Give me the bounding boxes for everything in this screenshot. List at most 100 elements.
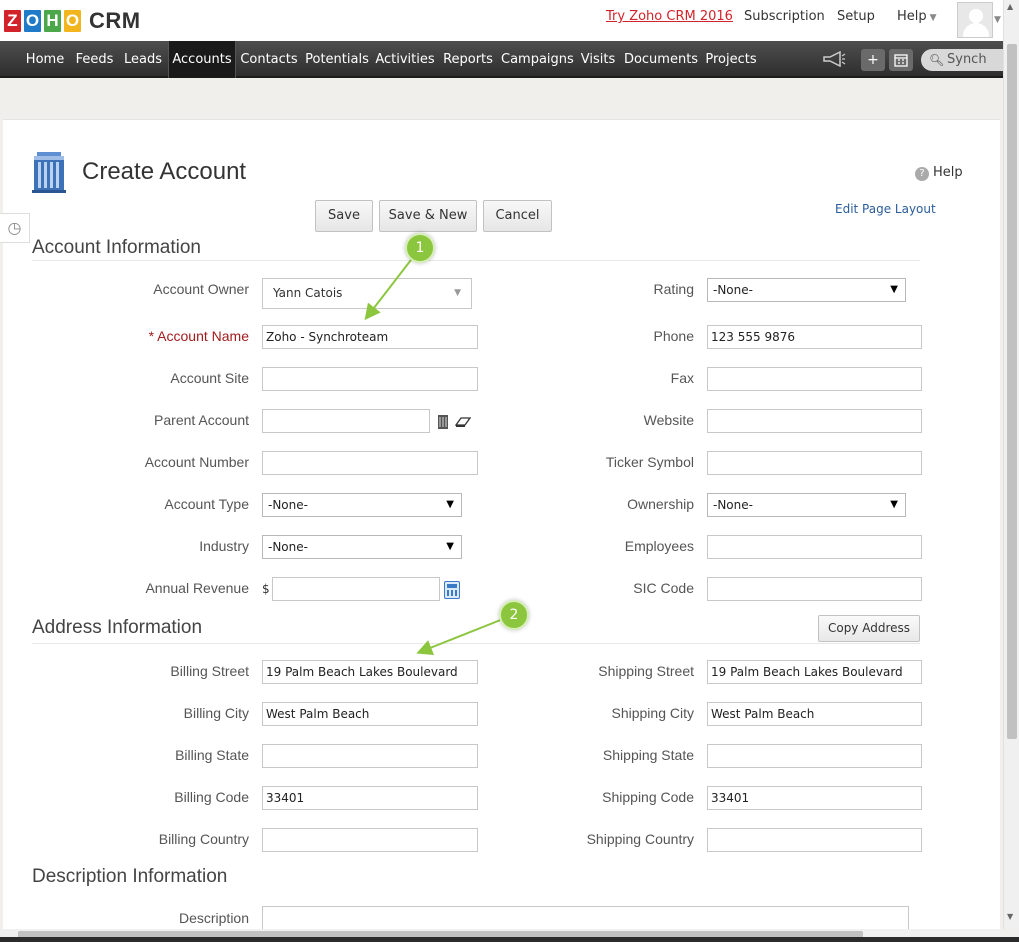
help-link[interactable]: ? Help [915, 165, 963, 181]
ticker-symbol-field[interactable] [707, 451, 922, 475]
section-title-address: Address Information [32, 617, 203, 638]
phone-field[interactable]: 123 555 9876 [707, 325, 922, 349]
website-field[interactable] [707, 409, 922, 433]
account-owner-label: Account Owner [153, 281, 249, 297]
rating-value: -None- [713, 283, 753, 297]
save-button[interactable]: Save [315, 200, 373, 232]
shipping-state-field[interactable] [707, 744, 922, 768]
logo-letter: O [63, 9, 82, 33]
window-bottom-bar [0, 937, 1019, 942]
top-bar: Z O H O CRM Try Zoho CRM 2016 Subscripti… [0, 0, 1019, 41]
account-name-field[interactable]: Zoho - Synchroteam [262, 325, 478, 349]
megaphone-icon[interactable] [822, 50, 846, 71]
shipping-country-label: Shipping Country [586, 831, 694, 847]
shipping-code-field[interactable]: 33401 [707, 786, 922, 810]
description-textarea[interactable] [262, 906, 909, 929]
chevron-down-icon: ▼ [446, 541, 454, 552]
annual-revenue-field[interactable] [272, 577, 440, 601]
chevron-down-icon: ▼ [890, 499, 898, 510]
nav-item-home[interactable]: Home [20, 41, 70, 78]
setup-link[interactable]: Setup [837, 9, 875, 24]
billing-street-field[interactable]: 19 Palm Beach Lakes Boulevard [262, 660, 478, 684]
rating-select[interactable]: -None- ▼ [707, 278, 906, 302]
employees-field[interactable] [707, 535, 922, 559]
eraser-icon[interactable] [454, 416, 472, 432]
billing-city-label: Billing City [183, 705, 249, 721]
copy-address-button[interactable]: Copy Address [818, 615, 920, 642]
account-type-select[interactable]: -None- ▼ [262, 493, 462, 517]
search-icon: 🔍︎ [929, 53, 945, 67]
nav-item-campaigns[interactable]: Campaigns [501, 41, 574, 78]
logo-letter: O [23, 9, 42, 33]
shipping-country-field[interactable] [707, 828, 922, 852]
chevron-down-icon: ▼ [446, 499, 454, 510]
logo-letter: Z [3, 9, 22, 33]
question-icon: ? [915, 167, 929, 181]
nav-item-activities[interactable]: Activities [374, 41, 436, 78]
section-divider [32, 260, 920, 261]
avatar[interactable] [957, 2, 993, 38]
employees-label: Employees [624, 538, 694, 554]
nav-item-leads[interactable]: Leads [121, 41, 165, 78]
calendar-icon[interactable] [889, 49, 913, 71]
search-input[interactable]: 🔍︎ Synch [921, 49, 1003, 71]
calculator-icon[interactable] [444, 581, 460, 599]
nav-item-potentials[interactable]: Potentials [304, 41, 370, 78]
account-number-label: Account Number [144, 454, 249, 470]
nav-item-reports[interactable]: Reports [440, 41, 496, 78]
zoho-crm-logo[interactable]: Z O H O CRM [3, 7, 141, 35]
clock-icon[interactable]: ◷ [0, 213, 30, 243]
nav-item-visits[interactable]: Visits [577, 41, 619, 78]
parent-account-field[interactable] [262, 409, 430, 433]
scroll-up-icon[interactable]: ▲ [1007, 2, 1013, 11]
nav-item-documents[interactable]: Documents [623, 41, 699, 78]
section-title-description: Description Information [32, 866, 228, 887]
account-name-label: * Account Name [148, 328, 249, 344]
billing-country-field[interactable] [262, 828, 478, 852]
account-type-label: Account Type [164, 496, 249, 512]
fax-field[interactable] [707, 367, 922, 391]
chevron-down-icon: ▼ [454, 288, 461, 298]
shipping-city-field[interactable]: West Palm Beach [707, 702, 922, 726]
billing-city-field[interactable]: West Palm Beach [262, 702, 478, 726]
website-label: Website [643, 412, 694, 428]
industry-select[interactable]: -None- ▼ [262, 535, 462, 559]
scroll-thumb[interactable] [1007, 44, 1017, 739]
nav-item-feeds[interactable]: Feeds [73, 41, 116, 78]
billing-state-label: Billing State [175, 747, 249, 763]
scroll-down-icon[interactable]: ▼ [1007, 912, 1013, 921]
building-lookup-icon[interactable] [437, 414, 449, 434]
annual-revenue-label: Annual Revenue [145, 580, 249, 596]
section-title-account: Account Information [32, 237, 201, 258]
ownership-value: -None- [713, 498, 753, 512]
try-crm-2016-link[interactable]: Try Zoho CRM 2016 [606, 9, 733, 24]
nav-item-contacts[interactable]: Contacts [238, 41, 300, 78]
account-owner-select[interactable]: Yann Catois ▼ [262, 278, 472, 309]
billing-code-field[interactable]: 33401 [262, 786, 478, 810]
nav-item-projects[interactable]: Projects [703, 41, 759, 78]
main-nav: Home Feeds Leads Accounts Contacts Poten… [0, 41, 1003, 78]
sic-code-field[interactable] [707, 577, 922, 601]
account-building-icon [31, 150, 66, 193]
rating-label: Rating [653, 281, 694, 297]
help-menu-label: Help [897, 9, 927, 24]
account-number-field[interactable] [262, 451, 478, 475]
edit-page-layout-link[interactable]: Edit Page Layout [835, 202, 936, 216]
page-title: Create Account [82, 158, 247, 185]
account-type-value: -None- [268, 498, 308, 512]
cancel-button[interactable]: Cancel [483, 200, 552, 232]
account-site-field[interactable] [262, 367, 478, 391]
sic-code-label: SIC Code [633, 580, 694, 596]
callout-badge: 1 [405, 233, 435, 263]
subscription-link[interactable]: Subscription [744, 9, 825, 24]
plus-icon[interactable]: + [861, 49, 885, 71]
nav-item-accounts[interactable]: Accounts [168, 41, 236, 78]
save-and-new-button[interactable]: Save & New [379, 200, 477, 232]
vertical-scrollbar[interactable]: ▲ ▼ [1003, 0, 1019, 929]
shipping-street-field[interactable]: 19 Palm Beach Lakes Boulevard [707, 660, 922, 684]
billing-state-field[interactable] [262, 744, 478, 768]
ownership-select[interactable]: -None- ▼ [707, 493, 906, 517]
help-menu[interactable]: Help ▼ [897, 9, 937, 24]
chevron-down-icon[interactable]: ▼ [994, 15, 1001, 25]
billing-code-label: Billing Code [174, 789, 249, 805]
